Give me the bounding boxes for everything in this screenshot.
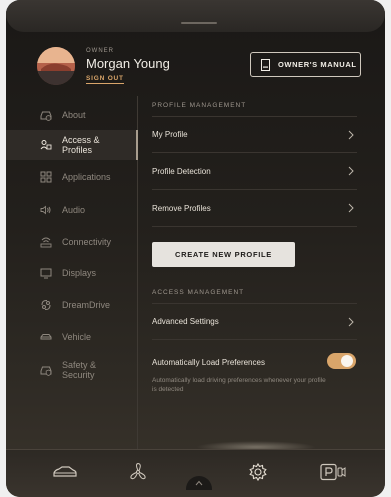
- owners-manual-label: OWNER'S MANUAL: [278, 60, 357, 69]
- sidebar: About Access & Profiles Applications Aud…: [6, 96, 138, 449]
- settings-gear-icon[interactable]: [248, 462, 268, 487]
- sidebar-item-safety-security[interactable]: Safety & Security: [6, 355, 138, 385]
- row-label: Advanced Settings: [152, 317, 219, 326]
- info-car-icon: [40, 109, 52, 121]
- row-label: My Profile: [152, 130, 188, 139]
- toggle-knob: [341, 355, 353, 367]
- access-management-header: ACCESS MANAGEMENT: [152, 289, 245, 296]
- profiles-icon: [40, 139, 52, 151]
- sidebar-item-label: Displays: [62, 268, 97, 278]
- profile-detection-row[interactable]: Profile Detection: [152, 153, 357, 190]
- display-icon: [40, 267, 52, 279]
- sidebar-item-audio[interactable]: Audio: [6, 196, 138, 224]
- chevron-up-icon: [195, 480, 203, 486]
- sidebar-item-label: DreamDrive: [62, 300, 111, 310]
- chevron-right-icon: [348, 166, 354, 176]
- parking-camera-icon[interactable]: [320, 463, 346, 486]
- signal-icon: [40, 236, 52, 248]
- auto-load-label: Automatically Load Preferences: [152, 358, 265, 367]
- sign-out-link[interactable]: SIGN OUT: [86, 75, 124, 84]
- top-pull-handle[interactable]: [181, 22, 217, 24]
- create-new-profile-button[interactable]: CREATE NEW PROFILE: [152, 242, 295, 267]
- device-frame: OWNER Morgan Young SIGN OUT OWNER'S MANU…: [0, 0, 391, 497]
- speaker-icon: [40, 204, 52, 216]
- avatar[interactable]: [37, 47, 75, 85]
- top-panel: [6, 0, 385, 32]
- screen: OWNER Morgan Young SIGN OUT OWNER'S MANU…: [6, 0, 385, 497]
- sidebar-item-displays[interactable]: Displays: [6, 259, 138, 287]
- user-name: Morgan Young: [86, 56, 170, 71]
- row-label: Remove Profiles: [152, 203, 211, 213]
- sidebar-item-label: Audio: [62, 205, 86, 215]
- auto-load-description: Automatically load driving preferences w…: [152, 377, 326, 393]
- sidebar-item-label: Access & Profiles: [62, 135, 100, 155]
- book-icon: [261, 58, 270, 71]
- chevron-right-icon: [348, 317, 354, 327]
- sidebar-item-vehicle[interactable]: Vehicle: [6, 323, 138, 351]
- car-icon[interactable]: [52, 463, 78, 486]
- chevron-right-icon: [348, 130, 354, 140]
- profile-management-header: PROFILE MANAGEMENT: [152, 102, 247, 109]
- sidebar-item-label: Vehicle: [62, 332, 92, 342]
- sidebar-item-label: Safety & Security: [62, 360, 97, 380]
- remove-profiles-row[interactable]: Remove Profiles: [152, 190, 357, 227]
- chevron-right-icon: [348, 203, 354, 213]
- sidebar-item-about[interactable]: About: [6, 101, 138, 129]
- advanced-settings-row[interactable]: Advanced Settings: [152, 303, 357, 340]
- sidebar-item-dreamdrive[interactable]: DreamDrive: [6, 291, 138, 319]
- my-profile-row[interactable]: My Profile: [152, 116, 357, 153]
- sidebar-item-applications[interactable]: Applications: [6, 163, 138, 191]
- fan-icon[interactable]: [128, 462, 148, 487]
- auto-load-toggle[interactable]: [327, 353, 356, 369]
- row-label: Profile Detection: [152, 166, 211, 176]
- sidebar-item-label: Connectivity: [62, 237, 112, 247]
- sidebar-item-label: Applications: [62, 172, 111, 182]
- owner-label: OWNER: [86, 48, 114, 54]
- safety-car-icon: [40, 364, 52, 376]
- sidebar-item-label: About: [62, 110, 86, 120]
- sidebar-item-access-profiles[interactable]: Access & Profiles: [6, 130, 138, 160]
- dreamdrive-icon: [40, 299, 52, 311]
- owners-manual-button[interactable]: OWNER'S MANUAL: [250, 52, 361, 77]
- grid-icon: [40, 171, 52, 183]
- sidebar-item-connectivity[interactable]: Connectivity: [6, 228, 138, 256]
- car-icon: [40, 331, 52, 343]
